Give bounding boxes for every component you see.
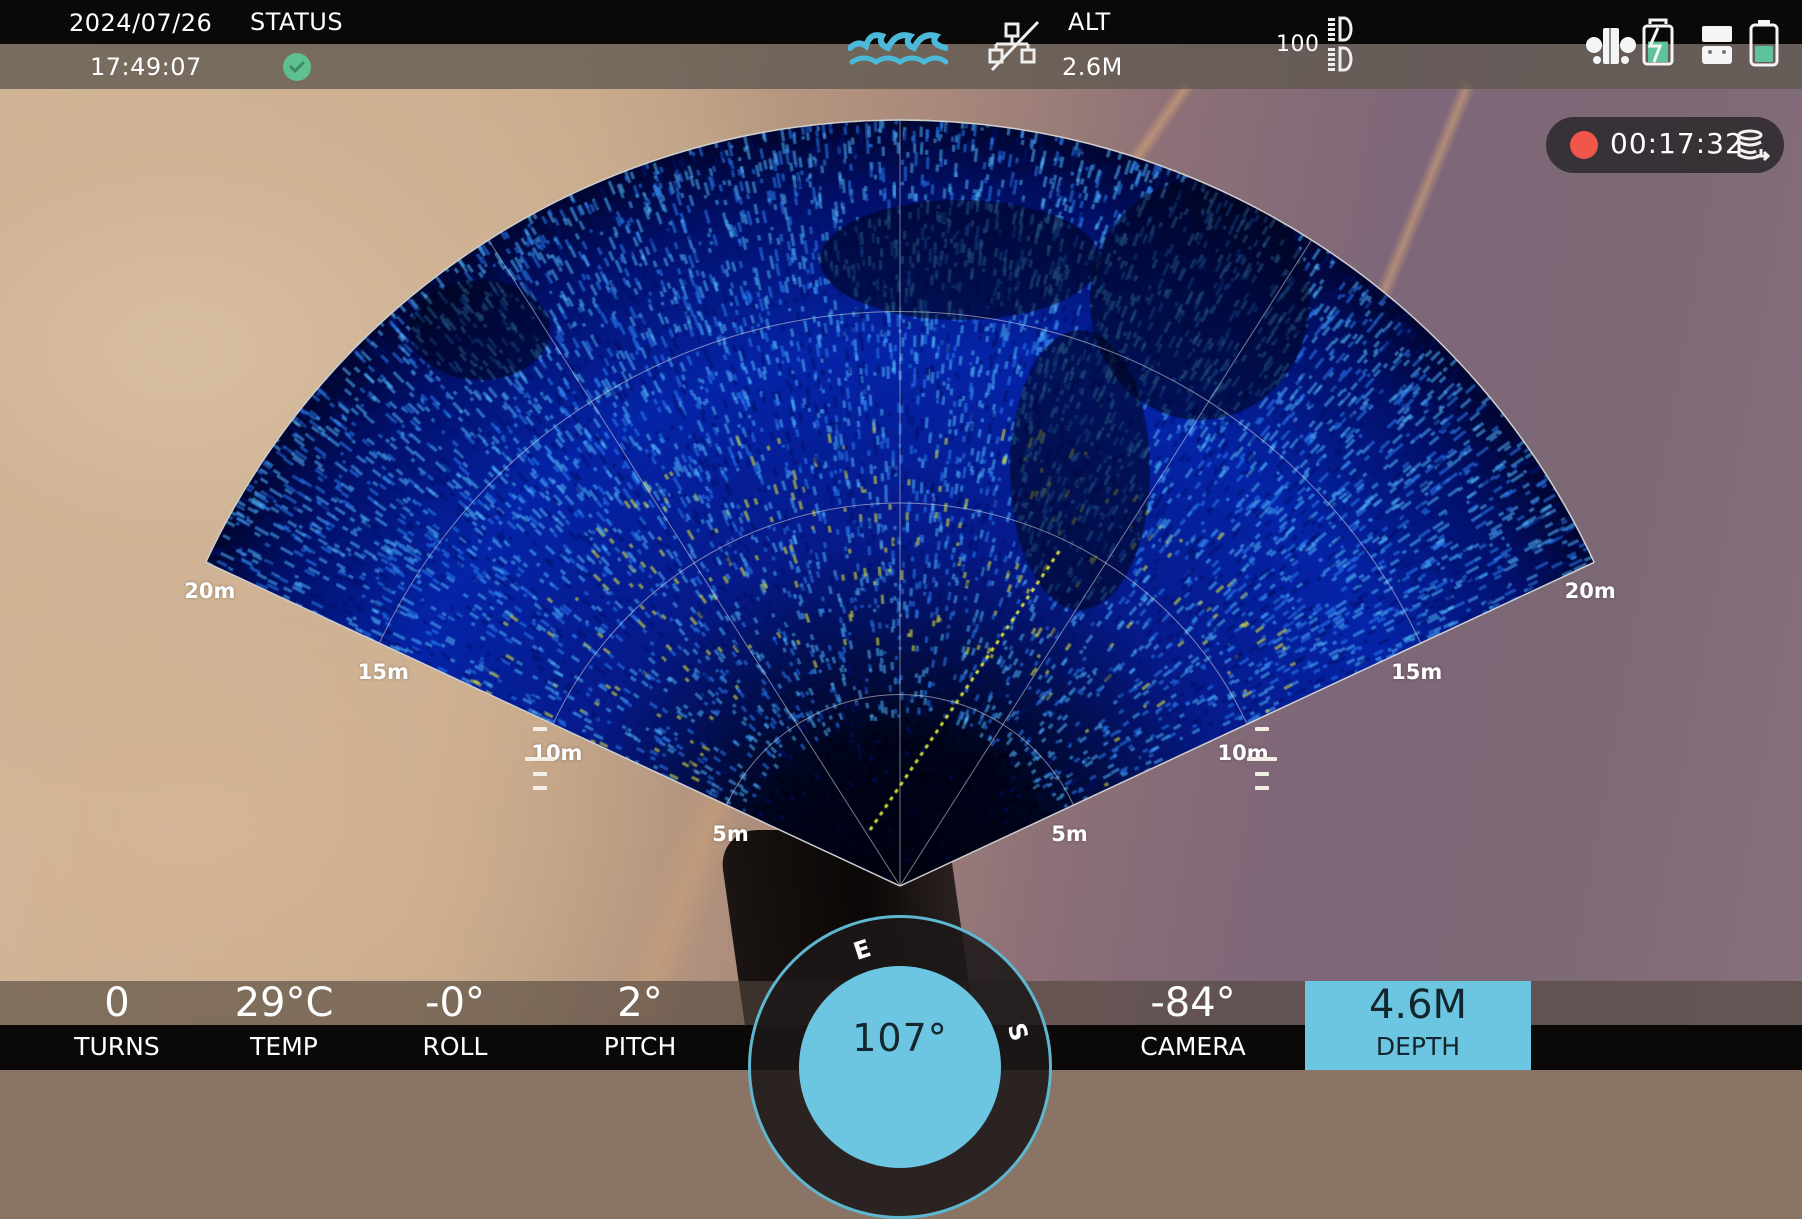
stat-temp: 29°C TEMP: [199, 981, 369, 1070]
storage-export-icon[interactable]: [1736, 129, 1770, 163]
roll-value: -0°: [425, 980, 485, 1026]
controller-icon[interactable]: [1700, 24, 1734, 66]
compass-heading-dial: 107°: [799, 966, 1001, 1168]
temp-value: 29°C: [234, 980, 334, 1026]
depth-label: DEPTH: [1375, 1032, 1461, 1061]
remote-battery-charging-icon[interactable]: [1640, 18, 1676, 68]
compass-east-label: E: [850, 934, 875, 966]
check-circle-icon[interactable]: [283, 53, 311, 81]
turns-label: TURNS: [74, 1032, 160, 1061]
range-label-left-5m: 5m: [712, 821, 749, 846]
altitude-value: 2.6M: [1062, 53, 1123, 81]
light-level-value: 100: [1276, 32, 1320, 57]
recording-indicator[interactable]: 00:17:32: [1546, 117, 1784, 173]
record-dot-icon: [1570, 131, 1598, 159]
light-level-icon[interactable]: [1328, 16, 1354, 74]
stat-camera: -84° CAMERA: [1108, 981, 1278, 1070]
pitch-label: PITCH: [603, 1032, 677, 1061]
range-label-right-20m: 20m: [1564, 578, 1616, 603]
range-label-left-20m: 20m: [184, 578, 236, 603]
range-label-right-5m: 5m: [1051, 821, 1088, 846]
compass-south-label: S: [1001, 1019, 1034, 1045]
status-label: STATUS: [250, 8, 344, 36]
stat-turns: 0 TURNS: [32, 981, 202, 1070]
recording-time: 00:17:32: [1610, 127, 1744, 160]
pitch-value: 2°: [617, 980, 663, 1026]
altitude-label: ALT: [1068, 8, 1111, 36]
water-waves-icon: [848, 32, 948, 66]
camera-label: CAMERA: [1140, 1032, 1246, 1061]
level-gauge-left: [520, 722, 560, 792]
stat-pitch: 2° PITCH: [555, 981, 725, 1070]
compass-heading: 107°: [852, 1016, 948, 1060]
compass[interactable]: E S 107°: [748, 915, 1052, 1219]
thrusters-icon[interactable]: [1585, 24, 1637, 66]
turns-value: 0: [104, 980, 130, 1026]
depth-display: 4.6M DEPTH: [1305, 981, 1531, 1070]
time-display: 17:49:07: [90, 53, 202, 81]
camera-value: -84°: [1150, 980, 1236, 1026]
roll-label: ROLL: [422, 1032, 488, 1061]
temp-label: TEMP: [250, 1032, 318, 1061]
depth-value: 4.6M: [1368, 982, 1468, 1028]
network-disconnected-icon[interactable]: [988, 18, 1044, 72]
date-display: 2024/07/26: [69, 9, 213, 37]
range-label-right-15m: 15m: [1391, 659, 1443, 684]
range-label-left-15m: 15m: [357, 659, 409, 684]
sonar-image[interactable]: [0, 0, 1802, 1070]
stat-roll: -0° ROLL: [370, 981, 540, 1070]
level-gauge-right: [1242, 722, 1282, 792]
drone-battery-icon[interactable]: [1748, 18, 1780, 68]
